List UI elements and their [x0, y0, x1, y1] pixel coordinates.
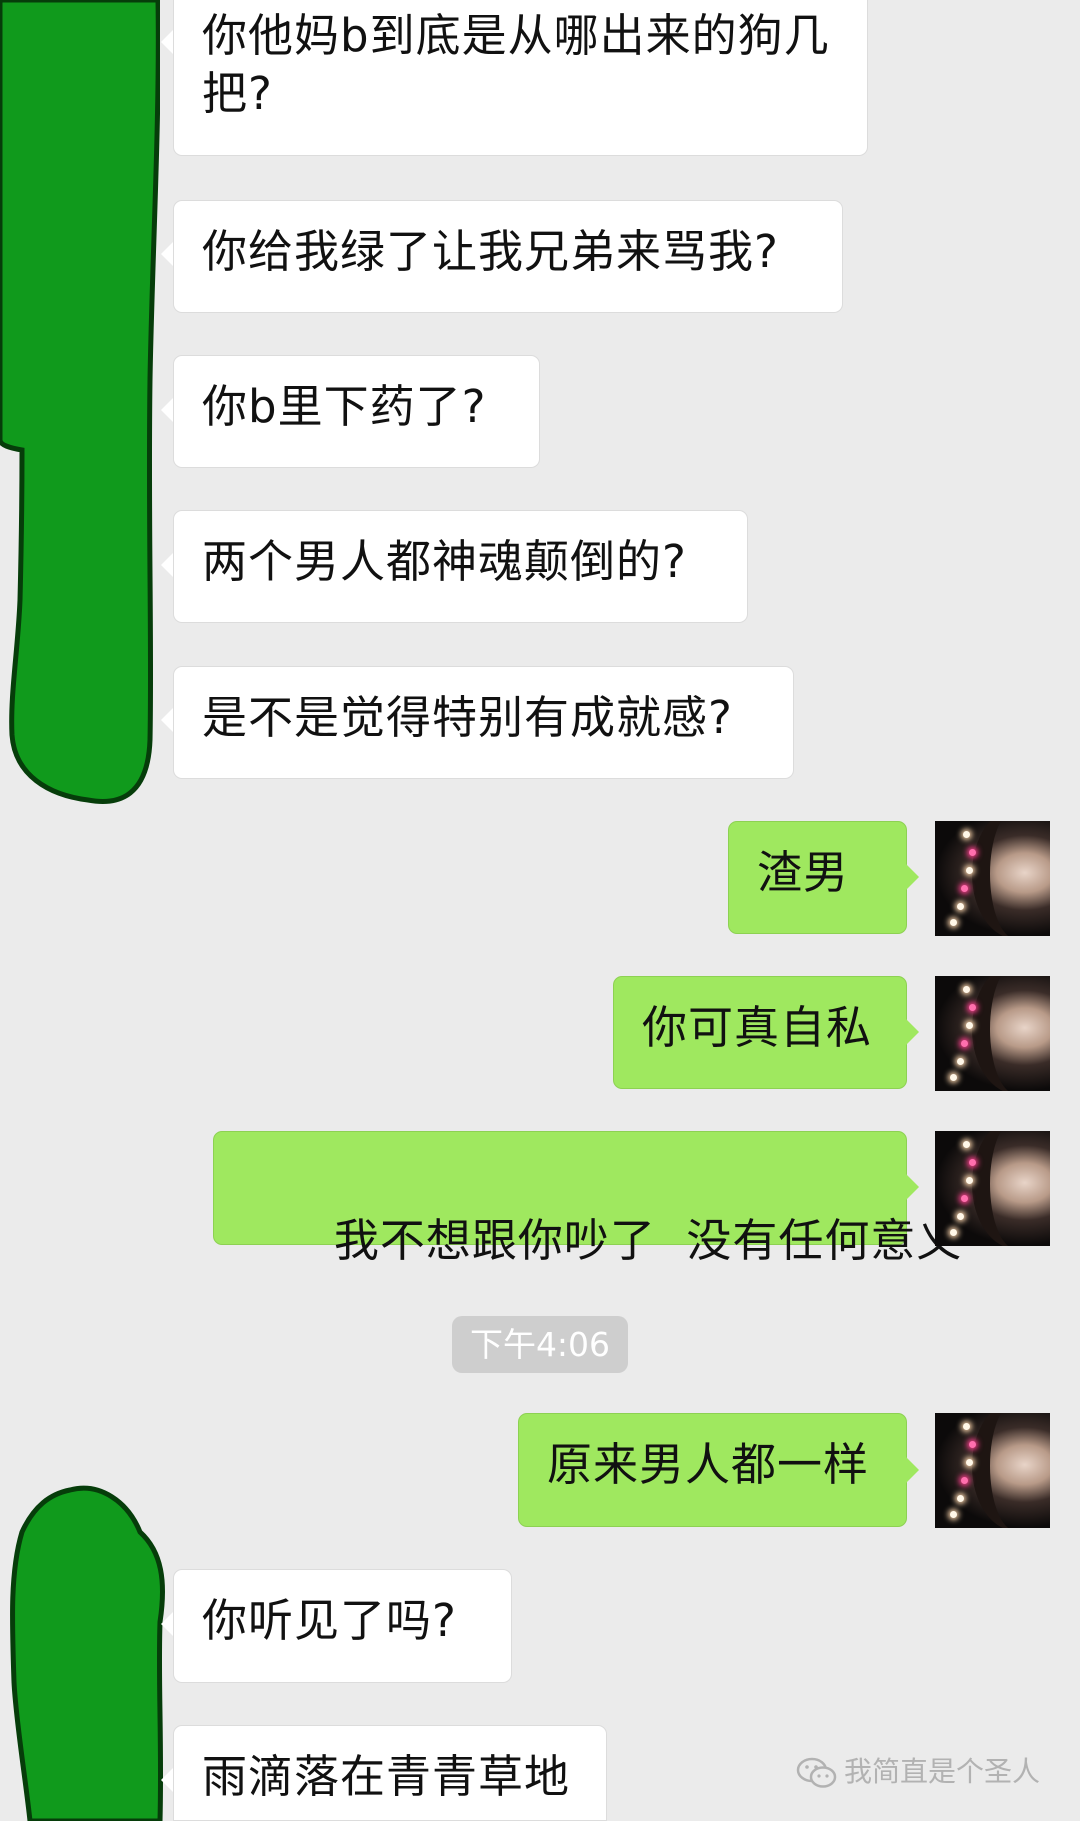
- message-text: 渣男: [757, 846, 850, 899]
- bubble-tail: [906, 1019, 919, 1045]
- message-text: 雨滴落在青青草地: [202, 1750, 571, 1803]
- message-bubble[interactable]: 你听见了吗?: [173, 1569, 512, 1683]
- user-avatar[interactable]: [935, 821, 1050, 936]
- message-text: 你他妈b到底是从哪出来的狗几把?: [202, 9, 830, 120]
- message-bubble[interactable]: 雨滴落在青青草地: [173, 1725, 607, 1821]
- message-text: 我不想跟你吵了 没有任何意义: [333, 1214, 963, 1267]
- user-avatar[interactable]: [935, 1413, 1050, 1528]
- message-text: 两个男人都神魂颠倒的?: [202, 535, 687, 588]
- user-avatar[interactable]: [935, 1131, 1050, 1246]
- bubble-tail: [906, 1457, 919, 1483]
- watermark: 我简直是个圣人: [796, 1752, 1040, 1792]
- message-bubble[interactable]: 你给我绿了让我兄弟来骂我?: [173, 200, 843, 313]
- redaction-mark-bottom: [9, 1485, 166, 1821]
- message-text: 是不是觉得特别有成就感?: [202, 691, 733, 744]
- message-bubble[interactable]: 你他妈b到底是从哪出来的狗几把?: [173, 0, 868, 156]
- message-text: 原来男人都一样: [547, 1438, 870, 1491]
- watermark-text: 我简直是个圣人: [843, 1755, 1040, 1788]
- chat-area[interactable]: 你他妈b到底是从哪出来的狗几把? 你给我绿了让我兄弟来骂我? 你b里下药了? 两…: [0, 0, 1080, 1821]
- message-text: 你给我绿了让我兄弟来骂我?: [202, 225, 779, 278]
- message-text: 你可真自私: [642, 1001, 873, 1054]
- message-bubble[interactable]: 是不是觉得特别有成就感?: [173, 666, 794, 779]
- message-text: 你听见了吗?: [202, 1594, 457, 1647]
- message-bubble[interactable]: 渣男: [728, 821, 907, 934]
- message-bubble[interactable]: 原来男人都一样: [518, 1413, 907, 1527]
- wechat-icon: [796, 1757, 837, 1788]
- message-text: 你b里下药了?: [202, 380, 487, 433]
- message-bubble[interactable]: 你b里下药了?: [173, 355, 540, 468]
- redaction-mark-top: [0, 0, 160, 804]
- bubble-tail: [906, 1174, 919, 1200]
- message-bubble[interactable]: 两个男人都神魂颠倒的?: [173, 510, 748, 623]
- user-avatar[interactable]: [935, 976, 1050, 1091]
- timestamp-label: 下午4:06: [452, 1316, 628, 1373]
- message-bubble[interactable]: 你可真自私: [613, 976, 907, 1089]
- bubble-tail: [906, 864, 919, 890]
- message-bubble[interactable]: 我不想跟你吵了 没有任何意义: [213, 1131, 961, 1267]
